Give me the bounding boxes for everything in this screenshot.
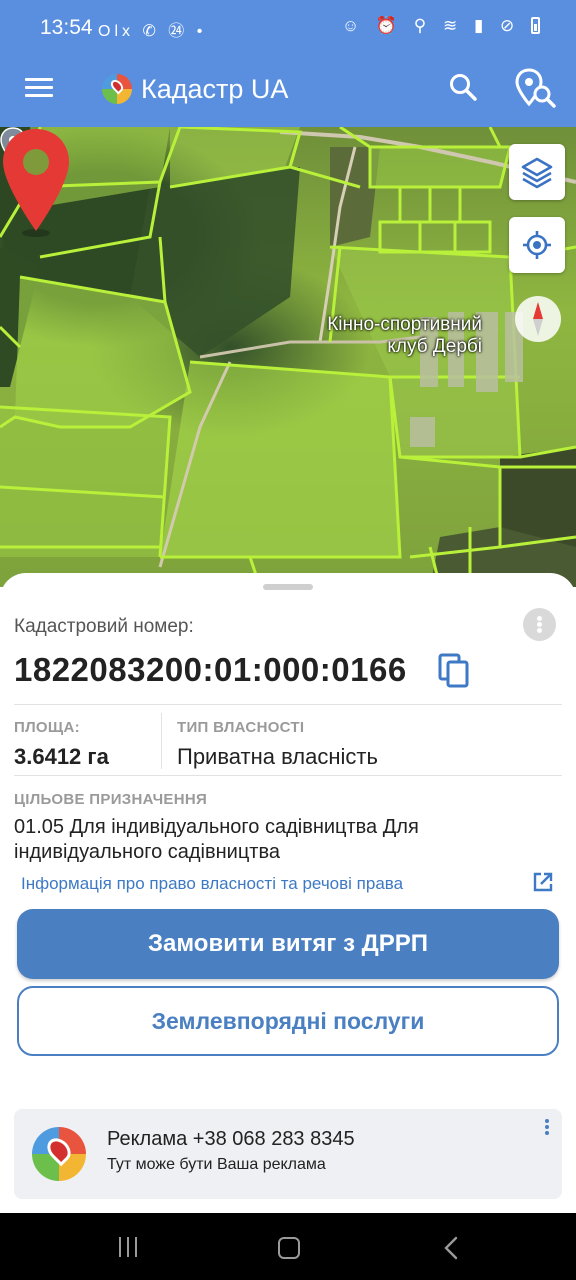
- ad-options-icon[interactable]: [544, 1119, 550, 1135]
- ownership-caption: ТИП ВЛАСНОСТІ: [177, 719, 305, 736]
- layers-button[interactable]: [509, 144, 565, 200]
- divider-vertical: [161, 713, 162, 769]
- app-bar: Кадастр UA: [0, 50, 576, 127]
- copy-icon[interactable]: [437, 653, 471, 689]
- layers-icon: [521, 157, 553, 189]
- back-icon[interactable]: [441, 1236, 463, 1260]
- compass-icon: [533, 302, 543, 336]
- parcel-info-sheet: Кадастровий номер: 1822083200:01:000:016…: [0, 573, 576, 1213]
- my-location-icon: [523, 231, 551, 259]
- app-title: Кадастр UA: [141, 74, 289, 104]
- search-icon[interactable]: [448, 72, 478, 102]
- purpose-caption: ЦІЛЬОВЕ ПРИЗНАЧЕННЯ: [14, 791, 208, 808]
- my-location-button[interactable]: [509, 217, 565, 273]
- poi-label: Кінно-спортивний клуб Дербі: [327, 314, 482, 357]
- home-icon[interactable]: [278, 1237, 300, 1259]
- sheet-drag-handle[interactable]: [263, 584, 313, 590]
- ad-banner[interactable]: Реклама +38 068 283 8345 Тут може бути В…: [14, 1109, 562, 1199]
- area-value: 3.6412 га: [14, 744, 109, 769]
- status-system-icons: ☺ ⏰ ⚲ ≋ ▮ ⊘: [342, 16, 540, 36]
- more-options-icon[interactable]: [523, 608, 556, 641]
- ownership-rights-link[interactable]: Інформація про право власності та речові…: [21, 874, 403, 894]
- cadastral-number-label: Кадастровий номер:: [14, 616, 194, 637]
- cadastral-number: 1822083200:01:000:0166: [14, 651, 407, 688]
- ad-title: Реклама +38 068 283 8345: [107, 1128, 355, 1150]
- menu-icon[interactable]: [25, 78, 53, 98]
- status-time: 13:54: [40, 16, 93, 39]
- system-nav-bar: [0, 1213, 576, 1280]
- location-search-icon[interactable]: [515, 68, 557, 108]
- divider: [14, 704, 562, 705]
- selected-parcel-pin-icon[interactable]: [0, 127, 72, 239]
- app-logo-icon: [102, 74, 132, 104]
- status-bar: 13:54 Olx ✆ ㉔ • ☺ ⏰ ⚲ ≋ ▮ ⊘: [0, 0, 576, 50]
- parcel-boundaries: [0, 127, 576, 587]
- area-caption: ПЛОЩА:: [14, 719, 80, 736]
- ownership-value: Приватна власність: [177, 744, 378, 769]
- battery-icon: [531, 17, 540, 34]
- status-notification-icons: Olx ✆ ㉔ •: [98, 23, 207, 40]
- land-services-button[interactable]: Землевпорядні послуги: [17, 986, 559, 1056]
- external-link-icon[interactable]: [532, 871, 554, 893]
- order-extract-button[interactable]: Замовити витяг з ДРРП: [17, 909, 559, 979]
- satellite-map[interactable]: Кінно-спортивний клуб Дербі: [0, 127, 576, 587]
- compass-button[interactable]: [515, 296, 561, 342]
- system-icons-text: ☺ ⏰ ⚲ ≋ ▮ ⊘: [341, 16, 521, 35]
- divider: [14, 775, 562, 776]
- recents-icon[interactable]: [117, 1237, 139, 1257]
- ad-logo-icon: [32, 1127, 86, 1181]
- purpose-value: 01.05 Для індивідуального садівництва Дл…: [14, 816, 419, 863]
- ad-subtitle: Тут може бути Ваша реклама: [107, 1156, 326, 1173]
